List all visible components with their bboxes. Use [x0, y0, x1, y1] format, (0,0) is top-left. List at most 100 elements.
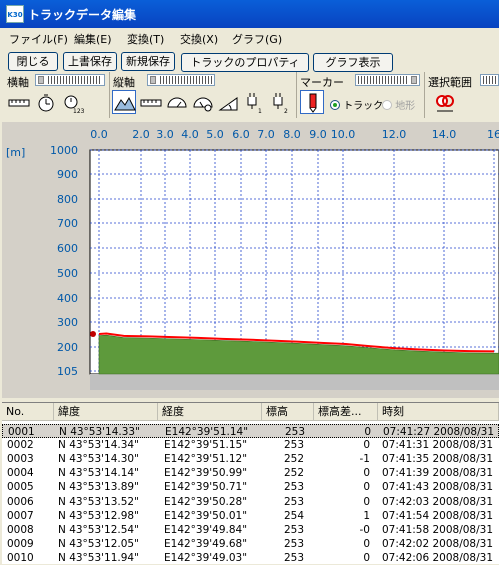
- cell-altitude: 253: [283, 551, 304, 564]
- column-header-time[interactable]: 時刻: [378, 403, 499, 421]
- cell-time: 07:42:06 2008/08/31: [382, 551, 494, 564]
- cell-altitude-diff: -0: [359, 523, 370, 536]
- app-icon: K30: [6, 5, 24, 23]
- radio-unselected-icon: [382, 100, 392, 110]
- table-row[interactable]: 0002 N 43°53'14.34" E142°39'51.15" 253 0 07:4…: [2, 438, 499, 452]
- marker-option-track[interactable]: トラック: [330, 97, 383, 112]
- cell-no: 0010: [7, 551, 34, 564]
- cell-time: 07:42:02 2008/08/31: [382, 537, 494, 550]
- vertical-axis-label: 縦軸: [113, 76, 135, 89]
- cell-longitude: E142°39'50.99": [164, 467, 248, 480]
- elevation-chart[interactable]: 0.0 2.0 3.0 4.0 5.0 6.0 7.0 8.0 9.0 10.0 12.0 14.0 1…: [2, 122, 499, 398]
- cell-longitude: E142°39'49.03": [164, 551, 248, 564]
- plug2-icon[interactable]: 2: [268, 90, 292, 115]
- marker-slider[interactable]: [355, 74, 420, 86]
- cell-altitude: 254: [283, 509, 304, 522]
- table-row[interactable]: 0010 N 43°53'11.94" E142°39'49.03" 253 0 07:4…: [2, 551, 499, 565]
- column-header-latitude[interactable]: 緯度: [54, 403, 158, 421]
- stopwatch-icon[interactable]: [33, 90, 57, 114]
- column-header-longitude[interactable]: 経度: [158, 403, 262, 421]
- table-row[interactable]: 0007 N 43°53'12.98" E142°39'50.01" 254 1 07:4…: [2, 509, 499, 523]
- mountain-icon[interactable]: [112, 90, 136, 114]
- x-tick-label: 7.0: [257, 128, 275, 141]
- x-tick-label: 8.0: [283, 128, 301, 141]
- table-row[interactable]: 0004 N 43°53'14.14" E142°39'50.99" 252 0 07:4…: [2, 466, 499, 480]
- cell-latitude: N 43°53'11.94": [58, 551, 139, 564]
- cell-longitude: E142°39'51.14": [165, 426, 249, 438]
- y-tick-label: 900: [57, 168, 78, 181]
- marker-option-terrain[interactable]: 地形: [382, 97, 415, 112]
- menu-convert[interactable]: 変換(T): [127, 31, 164, 47]
- x-tick-label: 4.0: [181, 128, 199, 141]
- svg-text:123: 123: [73, 108, 85, 115]
- column-header-altitude[interactable]: 標高: [262, 403, 314, 421]
- cell-no: 0002: [7, 439, 34, 452]
- overwrite-save-button[interactable]: 上書保存: [63, 52, 117, 71]
- column-header-altitude-diff[interactable]: 標高差...: [314, 403, 378, 421]
- x-tick-label: 3.0: [156, 128, 174, 141]
- cell-time: 07:41:27 2008/08/31: [383, 426, 495, 438]
- counter-icon[interactable]: 123: [60, 90, 85, 115]
- graph-display-button[interactable]: グラフ表示: [313, 53, 393, 72]
- ruler-icon[interactable]: [138, 90, 162, 114]
- table-row[interactable]: 0005 N 43°53'13.89" E142°39'50.71" 253 0 07:4…: [2, 480, 499, 494]
- marker-pen-icon[interactable]: [300, 90, 324, 114]
- table-row[interactable]: 0006 N 43°53'13.52" E142°39'50.28" 253 0 07:4…: [2, 495, 499, 509]
- selection-slider[interactable]: [480, 74, 499, 86]
- selection-icon[interactable]: [432, 90, 456, 114]
- cell-longitude: E142°39'50.01": [164, 509, 248, 522]
- cell-altitude-diff: 0: [363, 439, 370, 452]
- track-properties-button[interactable]: トラックのプロパティ: [181, 53, 309, 72]
- x-tick-label: 14.0: [432, 128, 457, 141]
- x-tick-label: 0.0: [90, 128, 108, 141]
- y-tick-label: 1000: [50, 144, 78, 157]
- separator: [109, 72, 110, 118]
- menu-file[interactable]: ファイル(F): [9, 31, 68, 47]
- speedometer-alt-icon[interactable]: [190, 90, 214, 114]
- table-row[interactable]: 0001 N 43°53'14.33" E142°39'51.14" 253 0 07:4…: [2, 424, 499, 438]
- speedometer-icon[interactable]: [164, 90, 188, 114]
- cell-altitude: 252: [283, 453, 304, 466]
- table-row[interactable]: 0009 N 43°53'12.05" E142°39'49.68" 253 0 07:4…: [2, 537, 499, 551]
- menu-graph[interactable]: グラフ(G): [232, 31, 282, 47]
- cell-latitude: N 43°53'14.30": [58, 453, 139, 466]
- cell-no: 0001: [8, 426, 35, 438]
- cell-latitude: N 43°53'14.14": [58, 467, 139, 480]
- cell-latitude: N 43°53'12.98": [58, 509, 139, 522]
- cell-time: 07:41:39 2008/08/31: [382, 467, 494, 480]
- cell-time: 07:41:43 2008/08/31: [382, 481, 494, 494]
- cell-latitude: N 43°53'14.34": [58, 439, 139, 452]
- cell-no: 0004: [7, 467, 34, 480]
- ruler-icon[interactable]: [6, 90, 30, 114]
- vertical-axis-slider[interactable]: [147, 74, 215, 86]
- track-point-table[interactable]: No. 緯度 経度 標高 標高差... 時刻 0001 N 43°53'14.33…: [2, 402, 499, 564]
- cell-longitude: E142°39'51.12": [164, 453, 248, 466]
- cell-no: 0003: [7, 453, 34, 466]
- slope-icon[interactable]: [216, 90, 240, 114]
- new-save-button[interactable]: 新規保存: [121, 52, 175, 71]
- cell-altitude-diff: 0: [364, 426, 371, 438]
- cell-altitude: 253: [283, 537, 304, 550]
- plug1-icon[interactable]: 1: [242, 90, 266, 115]
- close-button[interactable]: 閉じる: [8, 52, 58, 71]
- cell-altitude: 253: [283, 495, 304, 508]
- y-tick-label: 800: [57, 193, 78, 206]
- radio-selected-icon: [330, 100, 340, 110]
- cell-latitude: N 43°53'13.89": [58, 481, 139, 494]
- menu-exchange[interactable]: 交換(X): [180, 31, 218, 47]
- cell-altitude-diff: -1: [359, 453, 370, 466]
- cell-no: 0008: [7, 523, 34, 536]
- cell-longitude: E142°39'49.68": [164, 537, 248, 550]
- separator: [424, 72, 425, 118]
- table-row[interactable]: 0008 N 43°53'12.54" E142°39'49.84" 253 -0 07:…: [2, 523, 499, 537]
- cell-altitude: 253: [283, 523, 304, 536]
- horizontal-axis-slider[interactable]: [35, 74, 105, 86]
- menu-edit[interactable]: 編集(E): [74, 31, 112, 47]
- table-row[interactable]: 0003 N 43°53'14.30" E142°39'51.12" 252 -1 07:…: [2, 452, 499, 466]
- title-bar[interactable]: K30 トラックデータ編集: [0, 0, 499, 28]
- cell-latitude: N 43°53'12.05": [58, 537, 139, 550]
- column-header-no[interactable]: No.: [2, 403, 54, 421]
- chart-canvas[interactable]: 0.0 2.0 3.0 4.0 5.0 6.0 7.0 8.0 9.0 10.0 12.0 14.0 1…: [2, 122, 499, 398]
- x-tick-label: 5.0: [206, 128, 224, 141]
- cell-altitude-diff: 0: [363, 481, 370, 494]
